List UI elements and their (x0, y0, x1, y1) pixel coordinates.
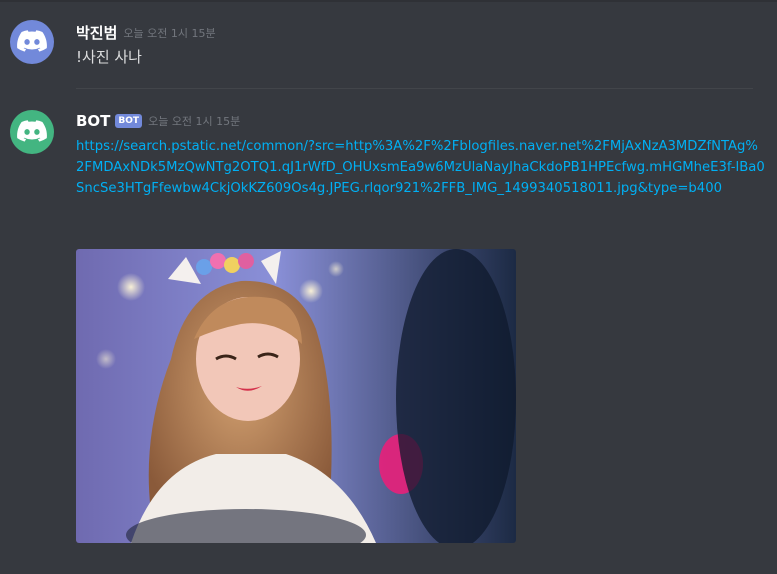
message-text: !사진 사나 (76, 48, 142, 66)
message-header: 박진범 오늘 오전 1시 15분 (76, 22, 216, 43)
bot-avatar[interactable] (10, 110, 54, 154)
chat-area: 박진범 오늘 오전 1시 15분 !사진 사나 BOT BOT 오늘 오전 1시… (0, 0, 777, 574)
embedded-image[interactable] (76, 249, 516, 543)
top-divider (0, 0, 777, 2)
timestamp: 오늘 오전 1시 15분 (123, 26, 216, 40)
message-divider (76, 88, 753, 89)
image-link[interactable]: https://search.pstatic.net/common/?src=h… (76, 136, 766, 199)
user-avatar[interactable] (10, 20, 54, 64)
timestamp: 오늘 오전 1시 15분 (148, 115, 241, 128)
message-header: BOT BOT 오늘 오전 1시 15분 (76, 112, 240, 130)
bot-tag: BOT (115, 114, 143, 128)
discord-logo-icon (17, 120, 47, 142)
username[interactable]: 박진범 (76, 22, 117, 43)
username[interactable]: BOT (76, 112, 110, 130)
discord-logo-icon (17, 30, 47, 52)
photo-image (76, 249, 516, 543)
